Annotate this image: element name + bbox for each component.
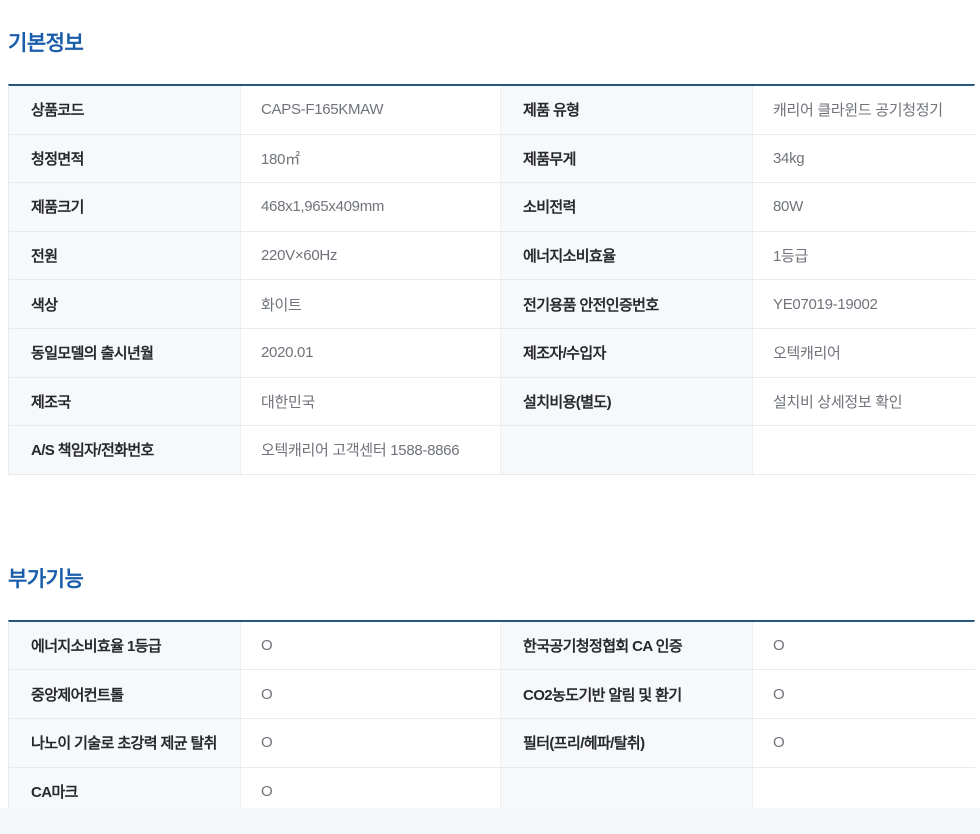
spec-label: 색상 <box>9 280 241 328</box>
table-row: 에너지소비효율 1등급 O 한국공기청정협회 CA 인증 O <box>9 622 974 671</box>
spec-value: 34kg <box>753 135 976 183</box>
spec-label: 전기용품 안전인증번호 <box>501 280 753 328</box>
spec-value: 캐리어 클라윈드 공기청정기 <box>753 86 976 134</box>
page-footer-strip <box>0 808 980 834</box>
section-title-basic-info: 기본정보 <box>8 0 980 57</box>
spec-value: O <box>241 719 501 767</box>
spec-label-empty <box>501 426 753 474</box>
table-row: 청정면적 180㎡ 제품무게 34kg <box>9 135 974 184</box>
spec-value: 1등급 <box>753 232 976 280</box>
spec-label: 제조국 <box>9 378 241 426</box>
table-row: 전원 220V×60Hz 에너지소비효율 1등급 <box>9 232 974 281</box>
spec-label: 동일모델의 출시년월 <box>9 329 241 377</box>
spec-value: O <box>753 622 976 670</box>
spec-label: 나노이 기술로 초강력 제균 탈취 <box>9 719 241 767</box>
spec-label: 제품 유형 <box>501 86 753 134</box>
spec-value: 220V×60Hz <box>241 232 501 280</box>
spec-value-empty <box>753 426 976 474</box>
spec-label: 한국공기청정협회 CA 인증 <box>501 622 753 670</box>
spec-value: CAPS-F165KMAW <box>241 86 501 134</box>
spec-value: 오텍캐리어 <box>753 329 976 377</box>
spec-value: 화이트 <box>241 280 501 328</box>
table-row: 제조국 대한민국 설치비용(별도) 설치비 상세정보 확인 <box>9 378 974 427</box>
spec-value: 80W <box>753 183 976 231</box>
product-spec-page: 기본정보 상품코드 CAPS-F165KMAW 제품 유형 캐리어 클라윈드 공… <box>0 0 980 834</box>
spec-label: 제조자/수입자 <box>501 329 753 377</box>
spec-value: 오텍캐리어 고객센터 1588-8866 <box>241 426 501 474</box>
spec-label: A/S 책임자/전화번호 <box>9 426 241 474</box>
spec-value: 468x1,965x409mm <box>241 183 501 231</box>
spec-value: 180㎡ <box>241 135 501 183</box>
spec-label: 상품코드 <box>9 86 241 134</box>
spec-value: O <box>753 719 976 767</box>
spec-label: 제품무게 <box>501 135 753 183</box>
spec-label: CO2농도기반 알림 및 환기 <box>501 670 753 718</box>
spec-value: O <box>241 670 501 718</box>
spec-label: 필터(프리/헤파/탈취) <box>501 719 753 767</box>
table-row: A/S 책임자/전화번호 오텍캐리어 고객센터 1588-8866 <box>9 426 974 475</box>
table-row: 색상 화이트 전기용품 안전인증번호 YE07019-19002 <box>9 280 974 329</box>
table-row: 제품크기 468x1,965x409mm 소비전력 80W <box>9 183 974 232</box>
table-row: 중앙제어컨트톨 O CO2농도기반 알림 및 환기 O <box>9 670 974 719</box>
spec-value: YE07019-19002 <box>753 280 976 328</box>
spec-label: 청정면적 <box>9 135 241 183</box>
table-row: 동일모델의 출시년월 2020.01 제조자/수입자 오텍캐리어 <box>9 329 974 378</box>
spec-label: 제품크기 <box>9 183 241 231</box>
basic-info-table: 상품코드 CAPS-F165KMAW 제품 유형 캐리어 클라윈드 공기청정기 … <box>8 84 975 475</box>
spec-label: 전원 <box>9 232 241 280</box>
section-title-features: 부가기능 <box>8 475 980 593</box>
spec-value: 대한민국 <box>241 378 501 426</box>
table-row: 상품코드 CAPS-F165KMAW 제품 유형 캐리어 클라윈드 공기청정기 <box>9 86 974 135</box>
spec-value: O <box>753 670 976 718</box>
spec-label: 설치비용(별도) <box>501 378 753 426</box>
spec-value: O <box>241 622 501 670</box>
spec-label: 중앙제어컨트톨 <box>9 670 241 718</box>
spec-label: 에너지소비효율 1등급 <box>9 622 241 670</box>
spec-label: 에너지소비효율 <box>501 232 753 280</box>
install-cost-details-link[interactable]: 설치비 상세정보 확인 <box>753 378 976 426</box>
spec-value: 2020.01 <box>241 329 501 377</box>
table-row: 나노이 기술로 초강력 제균 탈취 O 필터(프리/헤파/탈취) O <box>9 719 974 768</box>
features-table: 에너지소비효율 1등급 O 한국공기청정협회 CA 인증 O 중앙제어컨트톨 O… <box>8 620 975 816</box>
spec-label: 소비전력 <box>501 183 753 231</box>
